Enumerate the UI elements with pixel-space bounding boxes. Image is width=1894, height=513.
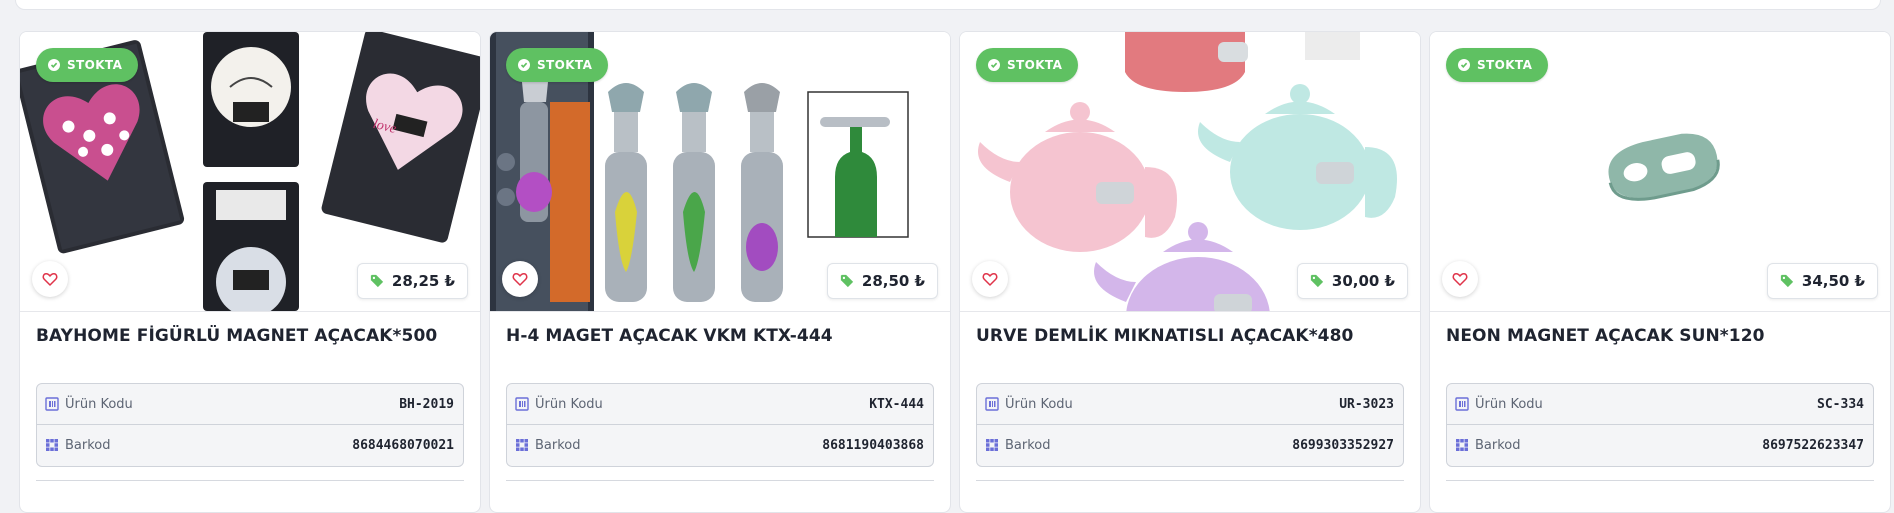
barcode-value: 8681190403868 [822,437,924,453]
spec-row-code: Ürün Kodu UR-3023 [977,384,1403,424]
barcode-value: 8699303352927 [1292,437,1394,453]
price-tag: 28,25 ₺ [356,263,468,299]
code-value: SC-334 [1817,396,1864,412]
spec-row-barcode: Barkod 8681190403868 [507,424,933,465]
heart-icon [512,273,528,286]
price-value: 34,50 ₺ [1801,272,1865,290]
code-value: KTX-444 [869,396,924,412]
stock-badge: STOKTA [976,48,1079,82]
stock-label: STOKTA [1007,58,1063,72]
stock-label: STOKTA [1477,58,1533,72]
product-title[interactable]: URVE DEMLİK MIKNATISLI AÇACAK*480 [976,326,1406,346]
stock-label: STOKTA [67,58,123,72]
barcode-icon [46,439,58,451]
product-image[interactable]: STOKTA 30,00 ₺ [960,32,1420,312]
stock-badge: STOKTA [506,48,609,82]
price-tag: 30,00 ₺ [1296,263,1408,299]
spec-box: Ürün Kodu UR-3023 Barkod 8699303352927 [976,383,1404,467]
code-value: BH-2019 [399,396,454,412]
qr-code-icon [1455,397,1469,411]
tag-icon [1310,274,1324,288]
barcode-label: Barkod [1475,437,1521,453]
product-card[interactable]: STOKTA 34,50 ₺ NEON MAGNET AÇACAK SUN*12… [1429,31,1891,513]
heart-icon [1452,273,1468,286]
product-image[interactable]: STOKTA 34,50 ₺ [1430,32,1890,312]
qr-code-icon [45,397,59,411]
favorite-button[interactable] [972,261,1008,297]
favorite-button[interactable] [502,261,538,297]
product-image[interactable]: STOKTA 28,50 ₺ [490,32,950,312]
code-label: Ürün Kodu [65,396,133,412]
barcode-value: 8697522623347 [1762,437,1864,453]
spec-row-code: Ürün Kodu BH-2019 [37,384,463,424]
heart-icon [982,273,998,286]
product-card[interactable]: STOKTA 30,00 ₺ URVE DEMLİK MIKNATISLI AÇ… [959,31,1421,513]
price-value: 28,25 ₺ [391,272,455,290]
barcode-label: Barkod [65,437,111,453]
check-icon [1458,59,1470,71]
spec-row-barcode: Barkod 8684468070021 [37,424,463,465]
code-value: UR-3023 [1339,396,1394,412]
price-value: 28,50 ₺ [861,272,925,290]
favorite-button[interactable] [1442,261,1478,297]
stock-badge: STOKTA [1446,48,1549,82]
product-image[interactable]: love STOKTA 28,25 ₺ [20,32,480,312]
code-label: Ürün Kodu [535,396,603,412]
code-label: Ürün Kodu [1005,396,1073,412]
stock-badge: STOKTA [36,48,139,82]
qr-code-icon [515,397,529,411]
product-title[interactable]: NEON MAGNET AÇACAK SUN*120 [1446,326,1876,346]
barcode-icon [986,439,998,451]
check-icon [988,59,1000,71]
product-grid: love STOKTA 28,25 ₺ BAYHOME FİGÜRLÜ MAGN… [19,31,1891,513]
top-bar [15,0,1881,10]
spec-row-code: Ürün Kodu SC-334 [1447,384,1873,424]
price-tag: 28,50 ₺ [826,263,938,299]
price-value: 30,00 ₺ [1331,272,1395,290]
spec-box: Ürün Kodu BH-2019 Barkod 8684468070021 [36,383,464,467]
check-icon [518,59,530,71]
spec-row-barcode: Barkod 8699303352927 [977,424,1403,465]
tag-icon [1780,274,1794,288]
tag-icon [370,274,384,288]
favorite-button[interactable] [32,261,68,297]
spec-row-code: Ürün Kodu KTX-444 [507,384,933,424]
stock-label: STOKTA [537,58,593,72]
divider [506,480,934,481]
code-label: Ürün Kodu [1475,396,1543,412]
barcode-icon [516,439,528,451]
spec-row-barcode: Barkod 8697522623347 [1447,424,1873,465]
qr-code-icon [985,397,999,411]
spec-box: Ürün Kodu SC-334 Barkod 8697522623347 [1446,383,1874,467]
spec-box: Ürün Kodu KTX-444 Barkod 8681190403868 [506,383,934,467]
price-tag: 34,50 ₺ [1766,263,1878,299]
product-card[interactable]: love STOKTA 28,25 ₺ BAYHOME FİGÜRLÜ MAGN… [19,31,481,513]
tag-icon [840,274,854,288]
barcode-value: 8684468070021 [352,437,454,453]
check-icon [48,59,60,71]
product-card[interactable]: STOKTA 28,50 ₺ H-4 MAGET AÇACAK VKM KTX-… [489,31,951,513]
product-title[interactable]: H-4 MAGET AÇACAK VKM KTX-444 [506,326,936,346]
heart-icon [42,273,58,286]
divider [36,480,464,481]
divider [976,480,1404,481]
barcode-icon [1456,439,1468,451]
barcode-label: Barkod [1005,437,1051,453]
product-title[interactable]: BAYHOME FİGÜRLÜ MAGNET AÇACAK*500 [36,326,466,346]
divider [1446,480,1874,481]
barcode-label: Barkod [535,437,581,453]
